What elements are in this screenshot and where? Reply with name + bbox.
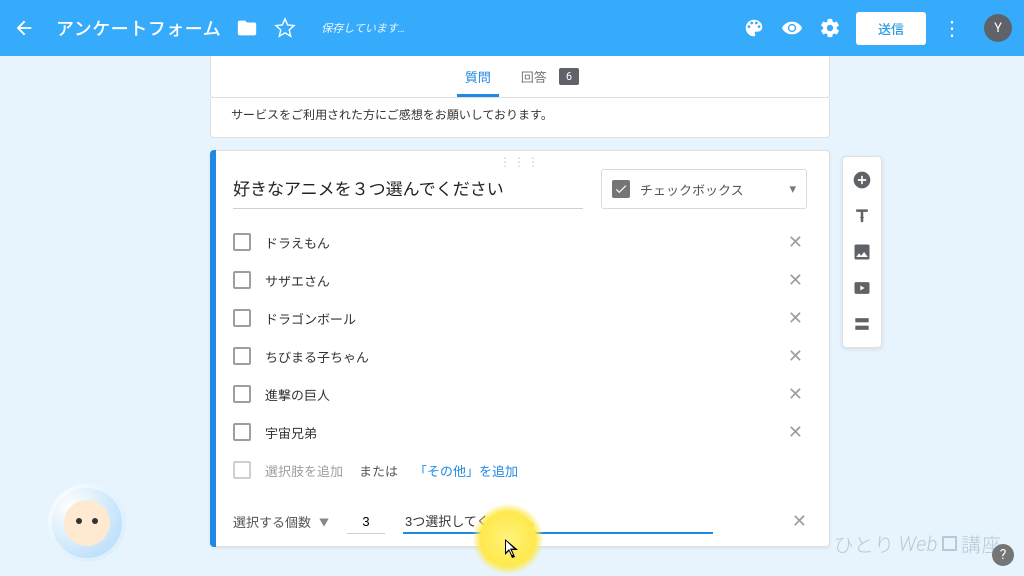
preview-eye-icon[interactable] — [780, 16, 804, 40]
option-row: 宇宙兄弟 ✕ — [233, 413, 807, 451]
svg-text:T: T — [860, 216, 865, 225]
remove-option-icon[interactable]: ✕ — [784, 308, 807, 329]
star-icon[interactable] — [273, 16, 297, 40]
folder-icon[interactable] — [235, 16, 259, 40]
account-avatar[interactable]: Y — [984, 14, 1012, 42]
option-row: ドラえもん ✕ — [233, 223, 807, 261]
checkbox-icon — [233, 309, 251, 327]
checkbox-icon — [233, 271, 251, 289]
question-title-input[interactable]: 好きなアニメを３つ選んでください — [233, 169, 583, 209]
form-title[interactable]: アンケートフォーム — [56, 15, 221, 41]
validation-message-input[interactable] — [403, 509, 713, 534]
option-label-input[interactable]: 進撃の巨人 — [265, 385, 770, 404]
response-count-badge: 6 — [559, 68, 579, 85]
app-topbar: アンケートフォーム 保存しています… 送信 ⋮ Y — [0, 0, 1024, 56]
option-row: サザエさん ✕ — [233, 261, 807, 299]
or-label: または — [359, 461, 398, 480]
checkbox-icon — [233, 385, 251, 403]
remove-option-icon[interactable]: ✕ — [784, 232, 807, 253]
add-image-icon[interactable] — [842, 235, 882, 269]
add-other-button[interactable]: 「その他」を追加 — [414, 461, 518, 480]
dropdown-arrow-icon: ▼ — [319, 514, 329, 529]
option-label-input[interactable]: ドラえもん — [265, 233, 770, 252]
add-option-button[interactable]: 選択肢を追加 — [265, 461, 343, 480]
validation-count-input[interactable] — [347, 510, 385, 534]
palette-icon[interactable] — [742, 16, 766, 40]
add-question-icon[interactable] — [842, 163, 882, 197]
form-description: サービスをご利用された方にご感想をお願いしております。 — [231, 108, 553, 122]
option-row: ドラゴンボール ✕ — [233, 299, 807, 337]
saving-status: 保存しています… — [321, 20, 405, 36]
validation-selector[interactable]: 選択する個数 ▼ — [233, 512, 329, 531]
checkbox-type-icon — [612, 180, 630, 198]
form-description-card: サービスをご利用された方にご感想をお願いしております。 — [210, 98, 830, 138]
response-validation-row: 選択する個数 ▼ ✕ — [233, 509, 807, 534]
remove-option-icon[interactable]: ✕ — [784, 422, 807, 443]
option-label-input[interactable]: ちびまる子ちゃん — [265, 347, 770, 366]
question-card: ⋮⋮⋮ 好きなアニメを３つ選んでください チェックボックス ▾ ドラえもん✕サザ… — [210, 150, 830, 547]
option-label-input[interactable]: 宇宙兄弟 — [265, 423, 770, 442]
remove-option-icon[interactable]: ✕ — [784, 384, 807, 405]
option-label-input[interactable]: サザエさん — [265, 271, 770, 290]
add-section-icon[interactable] — [842, 307, 882, 341]
drag-handle-icon[interactable]: ⋮⋮⋮ — [499, 155, 541, 169]
question-side-toolbar: T — [842, 156, 882, 348]
option-row: 進撃の巨人 ✕ — [233, 375, 807, 413]
option-label-input[interactable]: ドラゴンボール — [265, 309, 770, 328]
chevron-down-icon: ▾ — [789, 182, 796, 197]
presenter-avatar — [48, 484, 126, 562]
add-option-row: 選択肢を追加 または 「その他」を追加 — [233, 451, 807, 489]
remove-option-icon[interactable]: ✕ — [784, 346, 807, 367]
send-button[interactable]: 送信 — [856, 12, 926, 45]
back-arrow-icon[interactable] — [12, 16, 36, 40]
form-tabs: 質問 回答 6 — [210, 56, 830, 98]
remove-option-icon[interactable]: ✕ — [784, 270, 807, 291]
question-type-label: チェックボックス — [640, 180, 744, 199]
settings-gear-icon[interactable] — [818, 16, 842, 40]
checkbox-icon — [233, 423, 251, 441]
add-video-icon[interactable] — [842, 271, 882, 305]
checkbox-placeholder-icon — [233, 461, 251, 479]
help-icon[interactable]: ? — [992, 544, 1014, 566]
validation-selector-label: 選択する個数 — [233, 512, 311, 531]
option-row: ちびまる子ちゃん ✕ — [233, 337, 807, 375]
checkbox-icon — [233, 233, 251, 251]
question-type-selector[interactable]: チェックボックス ▾ — [601, 169, 807, 209]
add-title-icon[interactable]: T — [842, 199, 882, 233]
remove-validation-icon[interactable]: ✕ — [792, 511, 807, 532]
tab-questions[interactable]: 質問 — [461, 57, 495, 96]
checkbox-icon — [233, 347, 251, 365]
more-menu-icon[interactable]: ⋮ — [940, 18, 964, 38]
watermark: ひとりWeb講座 — [834, 529, 1002, 558]
tab-responses[interactable]: 回答 — [517, 57, 551, 96]
